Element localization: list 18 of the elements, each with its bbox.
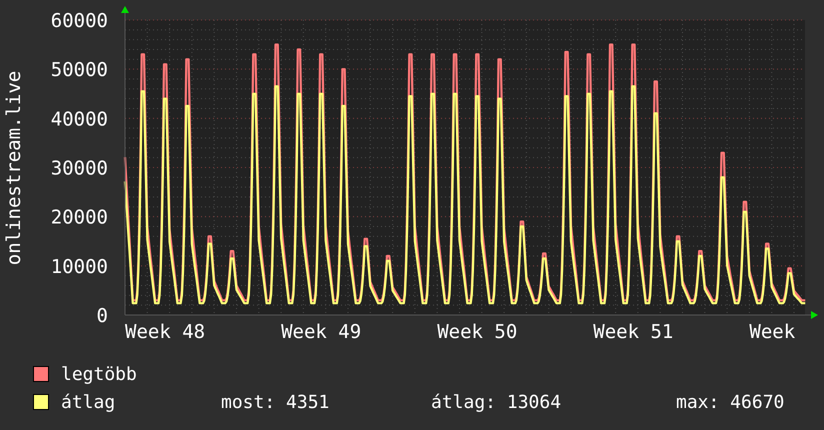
y-tick-label: 30000 [50,158,108,180]
y-tick-label: 10000 [50,256,108,278]
legend-stat: max: 46670 [676,392,784,412]
x-tick-label: Week 51 [593,321,674,343]
x-tick-label: Week 50 [437,321,518,343]
x-tick-label: Week [749,321,796,343]
legend-stat: átlag: 13064 [431,392,562,412]
y-tick-label: 20000 [50,206,108,229]
y-tick-label: 60000 [50,10,108,32]
y-tick-label: 50000 [50,59,108,82]
y-tick-label: 40000 [50,108,108,130]
x-tick-label: Week 48 [125,321,206,343]
x-tick-label: Week 49 [281,321,362,343]
y-tick-label: 0 [96,305,108,327]
legend-label: átlag [61,392,116,412]
legend-label: legtöbb [61,364,138,384]
legend-stat: most: 4351 [221,392,330,412]
y-axis-title: onlinestream.live [3,70,25,266]
